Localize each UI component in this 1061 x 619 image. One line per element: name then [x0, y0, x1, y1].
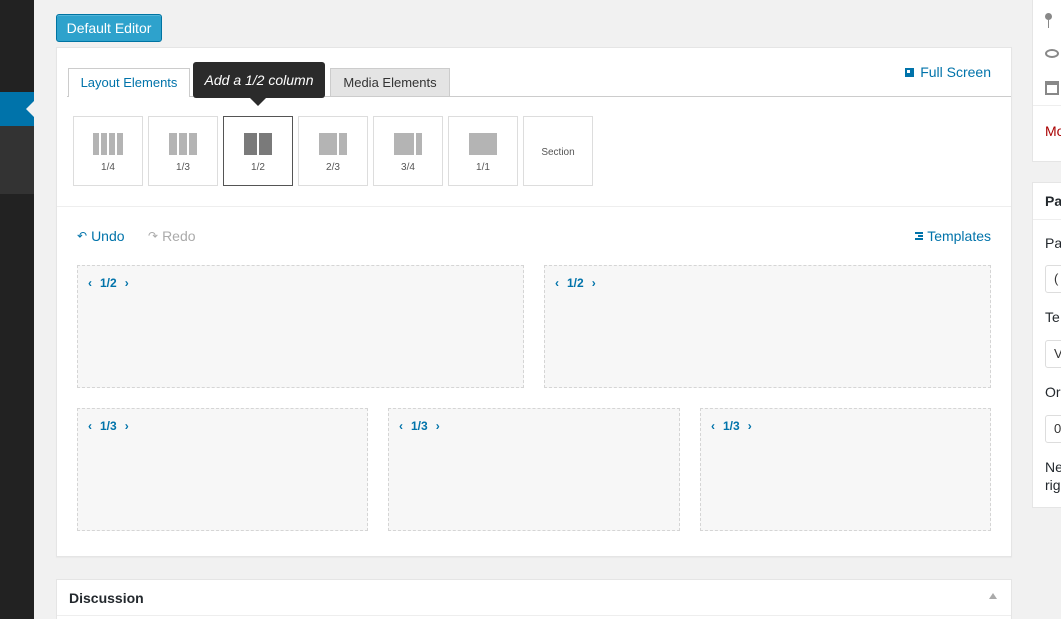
templates-label: Templates	[927, 228, 991, 244]
tooltip: Add a 1/2 column	[193, 62, 325, 106]
element-label: 3/4	[401, 162, 415, 173]
column-header: ‹ 1/2 ›	[88, 276, 129, 290]
column-size-label: 1/3	[723, 419, 740, 433]
element-label: 1/4	[101, 162, 115, 173]
chevron-right-icon[interactable]: ›	[125, 276, 129, 290]
element-label: 1/3	[176, 162, 190, 173]
default-editor-button[interactable]: Default Editor	[56, 14, 162, 42]
calendar-icon	[1045, 81, 1059, 95]
chevron-left-icon[interactable]: ‹	[88, 276, 92, 290]
column-block[interactable]: ‹ 1/2 ›	[544, 265, 991, 388]
admin-submenu[interactable]	[0, 126, 34, 194]
column-block[interactable]: ‹ 1/3 ›	[388, 408, 680, 531]
move-to-trash-link[interactable]: Mo	[1045, 123, 1061, 139]
order-input[interactable]: 0	[1045, 415, 1061, 443]
column-size-label: 1/3	[411, 419, 428, 433]
column-block[interactable]: ‹ 1/3 ›	[77, 408, 368, 531]
page-attributes-title: Pa	[1045, 193, 1061, 209]
discussion-box: Discussion	[56, 579, 1012, 619]
element-label: 2/3	[326, 162, 340, 173]
template-label: Te	[1045, 309, 1060, 325]
column-header: ‹ 1/3 ›	[711, 419, 752, 433]
column-block[interactable]: ‹ 1/2 ›	[77, 265, 524, 388]
help-text-line2: rig	[1045, 477, 1061, 493]
template-select[interactable]: V	[1045, 340, 1061, 368]
full-column-icon	[469, 133, 497, 155]
page-attributes-box: Pa Pa ( Te V Or 0 Ne rig	[1032, 182, 1061, 508]
undo-button[interactable]: ↶ Undo	[77, 228, 125, 244]
element-three-quarters-column[interactable]: 3/4	[373, 116, 443, 186]
attributes-divider	[1033, 219, 1061, 220]
chevron-left-icon[interactable]: ‹	[711, 419, 715, 433]
pin-icon	[1045, 13, 1052, 28]
quarter-columns-icon	[93, 133, 123, 155]
tab-media-elements[interactable]: Media Elements	[330, 68, 450, 96]
page-builder: Layout Elements Media Elements Add a 1/2…	[56, 47, 1012, 557]
discussion-title: Discussion	[69, 590, 144, 606]
two-thirds-columns-icon	[319, 133, 347, 155]
publish-box: Mo	[1032, 0, 1061, 162]
redo-label: Redo	[162, 228, 196, 244]
tab-layout-elements[interactable]: Layout Elements	[68, 68, 190, 97]
full-screen-button[interactable]: Full Screen	[905, 64, 991, 80]
column-size-label: 1/2	[567, 276, 584, 290]
eye-icon	[1045, 49, 1059, 58]
chevron-right-icon[interactable]: ›	[748, 419, 752, 433]
element-quarter-column[interactable]: 1/4	[73, 116, 143, 186]
element-label: Section	[541, 147, 575, 158]
parent-select[interactable]: (	[1045, 265, 1061, 293]
parent-label: Pa	[1045, 235, 1061, 251]
undo-label: Undo	[91, 228, 125, 244]
redo-button[interactable]: ↷ Redo	[148, 228, 196, 244]
element-third-column[interactable]: 1/3	[148, 116, 218, 186]
chevron-right-icon[interactable]: ›	[436, 419, 440, 433]
column-size-label: 1/2	[100, 276, 117, 290]
element-two-thirds-column[interactable]: 2/3	[298, 116, 368, 186]
chevron-left-icon[interactable]: ‹	[399, 419, 403, 433]
collapse-toggle-icon[interactable]	[989, 593, 997, 599]
element-label: 1/2	[251, 162, 265, 173]
element-section[interactable]: Section	[523, 116, 593, 186]
redo-icon: ↷	[148, 229, 159, 243]
admin-sidebar	[0, 0, 34, 619]
publish-divider	[1033, 105, 1061, 106]
undo-icon: ↶	[77, 229, 88, 243]
three-quarters-columns-icon	[394, 133, 422, 155]
element-label: 1/1	[476, 162, 490, 173]
templates-button[interactable]: Templates	[915, 228, 991, 244]
chevron-left-icon[interactable]: ‹	[88, 419, 92, 433]
half-columns-icon	[244, 133, 272, 155]
column-header: ‹ 1/3 ›	[399, 419, 440, 433]
order-label: Or	[1045, 384, 1061, 400]
help-text-line1: Ne	[1045, 459, 1061, 475]
discussion-divider	[57, 615, 1011, 616]
chevron-right-icon[interactable]: ›	[592, 276, 596, 290]
column-size-label: 1/3	[100, 419, 117, 433]
column-header: ‹ 1/3 ›	[88, 419, 129, 433]
element-full-column[interactable]: 1/1	[448, 116, 518, 186]
third-columns-icon	[169, 133, 197, 155]
column-header: ‹ 1/2 ›	[555, 276, 596, 290]
admin-menu-item-active[interactable]	[0, 92, 34, 126]
section-divider	[57, 206, 1011, 207]
fullscreen-icon	[905, 67, 915, 77]
chevron-left-icon[interactable]: ‹	[555, 276, 559, 290]
templates-icon	[915, 232, 924, 240]
full-screen-label: Full Screen	[920, 64, 991, 80]
chevron-right-icon[interactable]: ›	[125, 419, 129, 433]
element-half-column[interactable]: 1/2	[223, 116, 293, 186]
column-block[interactable]: ‹ 1/3 ›	[700, 408, 991, 531]
